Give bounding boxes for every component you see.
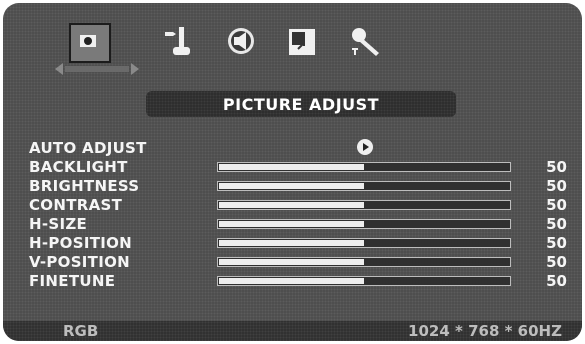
menu-item-v-position[interactable]: V-POSITION 50 — [27, 253, 567, 271]
slider-fill — [219, 278, 364, 284]
input-source-status: RGB — [63, 322, 99, 340]
audio-icon — [228, 28, 254, 54]
menu-item-label: BRIGHTNESS — [29, 177, 140, 195]
menu-item-value: 50 — [546, 272, 567, 290]
contrast-slider[interactable] — [217, 200, 511, 210]
menu-item-label: V-POSITION — [29, 253, 130, 271]
menu-item-contrast[interactable]: CONTRAST 50 — [27, 196, 567, 214]
h-position-slider[interactable] — [217, 238, 511, 248]
menu-item-value: 50 — [546, 253, 567, 271]
menu-item-h-position[interactable]: H-POSITION 50 — [27, 234, 567, 252]
tab-tools[interactable] — [343, 19, 403, 75]
slider-fill — [219, 240, 364, 246]
osd-panel: PICTURE ADJUST AUTO ADJUST BACKLIGHT 50 … — [3, 3, 582, 341]
tools-icon — [352, 28, 379, 56]
nav-right-arrow-icon[interactable] — [131, 63, 139, 75]
page-title: PICTURE ADJUST — [222, 95, 380, 114]
menu-item-value: 50 — [546, 215, 567, 233]
menu-item-label: AUTO ADJUST — [29, 139, 147, 157]
slider-fill — [219, 221, 364, 227]
menu-item-label: FINETUNE — [29, 272, 116, 290]
status-bar: RGB 1024 * 768 * 60HZ — [3, 321, 582, 341]
menu-item-label: CONTRAST — [29, 196, 123, 214]
play-icon[interactable] — [357, 139, 373, 155]
brightness-slider[interactable] — [217, 181, 511, 191]
menu-item-h-size[interactable]: H-SIZE 50 — [27, 215, 567, 233]
input-source-icon — [165, 27, 190, 55]
menu-item-finetune[interactable]: FINETUNE 50 — [27, 272, 567, 290]
tab-audio[interactable] — [221, 19, 281, 75]
tab-input-source[interactable] — [161, 19, 221, 75]
menu-item-brightness[interactable]: BRIGHTNESS 50 — [27, 177, 567, 195]
menu-item-label: H-SIZE — [29, 215, 88, 233]
picture-icon — [80, 35, 96, 47]
resolution-status: 1024 * 768 * 60HZ — [408, 322, 562, 340]
slider-fill — [219, 183, 364, 189]
menu-item-label: H-POSITION — [29, 234, 133, 252]
slider-fill — [219, 259, 364, 265]
pip-icon — [289, 29, 315, 55]
menu-item-value: 50 — [546, 158, 567, 176]
slider-fill — [219, 202, 364, 208]
menu-item-auto-adjust[interactable]: AUTO ADJUST — [27, 139, 567, 157]
icon-tab-bar — [3, 3, 582, 81]
nav-left-arrow-icon[interactable] — [55, 63, 63, 75]
page-title-bar: PICTURE ADJUST — [146, 91, 456, 117]
menu-item-value: 50 — [546, 196, 567, 214]
tab-indicator — [65, 66, 129, 72]
menu-item-value: 50 — [546, 177, 567, 195]
menu-item-backlight[interactable]: BACKLIGHT 50 — [27, 158, 567, 176]
backlight-slider[interactable] — [217, 162, 511, 172]
h-size-slider[interactable] — [217, 219, 511, 229]
v-position-slider[interactable] — [217, 257, 511, 267]
finetune-slider[interactable] — [217, 276, 511, 286]
slider-fill — [219, 164, 364, 170]
menu-item-value: 50 — [546, 234, 567, 252]
menu-item-label: BACKLIGHT — [29, 158, 128, 176]
tab-pip[interactable] — [281, 19, 341, 75]
